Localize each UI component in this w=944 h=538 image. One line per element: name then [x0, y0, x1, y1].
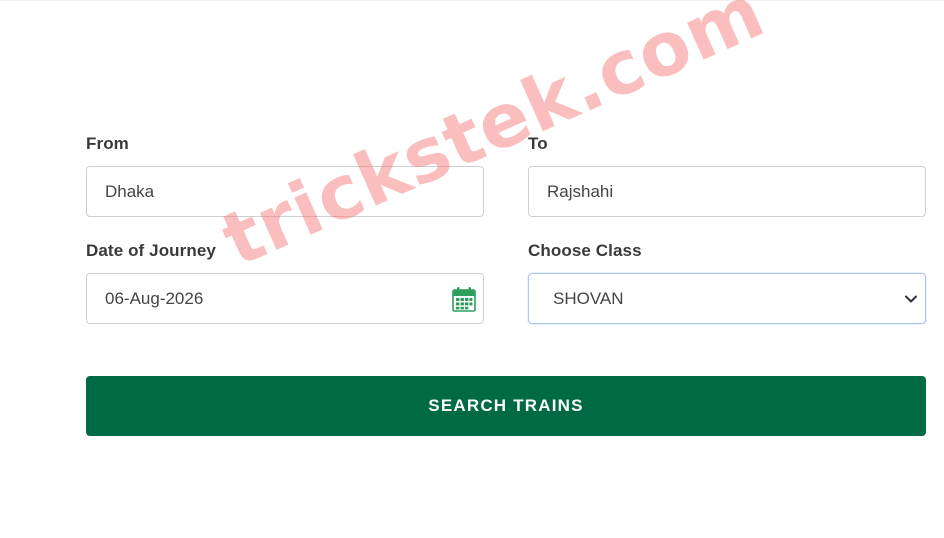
date-class-row: Date of Journey 06-Aug-2026 Choose Class…: [86, 239, 926, 324]
to-label: To: [528, 134, 548, 153]
to-input[interactable]: [529, 167, 925, 216]
date-field-group: Date of Journey: [86, 239, 484, 324]
date-label: Date of Journey: [86, 241, 216, 260]
top-divider: [0, 0, 944, 1]
from-label: From: [86, 134, 129, 153]
class-field-group: Choose Class SHOVAN: [528, 239, 926, 324]
date-input[interactable]: [87, 274, 483, 323]
from-input-box: [86, 166, 484, 217]
from-input[interactable]: [87, 167, 483, 216]
chevron-down-icon: [905, 295, 917, 303]
class-label: Choose Class: [528, 241, 642, 260]
date-input-box: [86, 273, 484, 324]
calendar-icon[interactable]: [452, 286, 476, 312]
to-field-group: To: [528, 132, 926, 217]
class-select[interactable]: SHOVAN: [528, 273, 926, 324]
class-selected-value: SHOVAN: [553, 289, 624, 308]
train-search-form: From To Date of Journey: [86, 132, 926, 436]
to-input-box: [528, 166, 926, 217]
from-field-group: From: [86, 132, 484, 217]
route-row: From To: [86, 132, 926, 217]
search-trains-button[interactable]: SEARCH TRAINS: [86, 376, 926, 436]
search-page: From To Date of Journey: [0, 0, 944, 538]
